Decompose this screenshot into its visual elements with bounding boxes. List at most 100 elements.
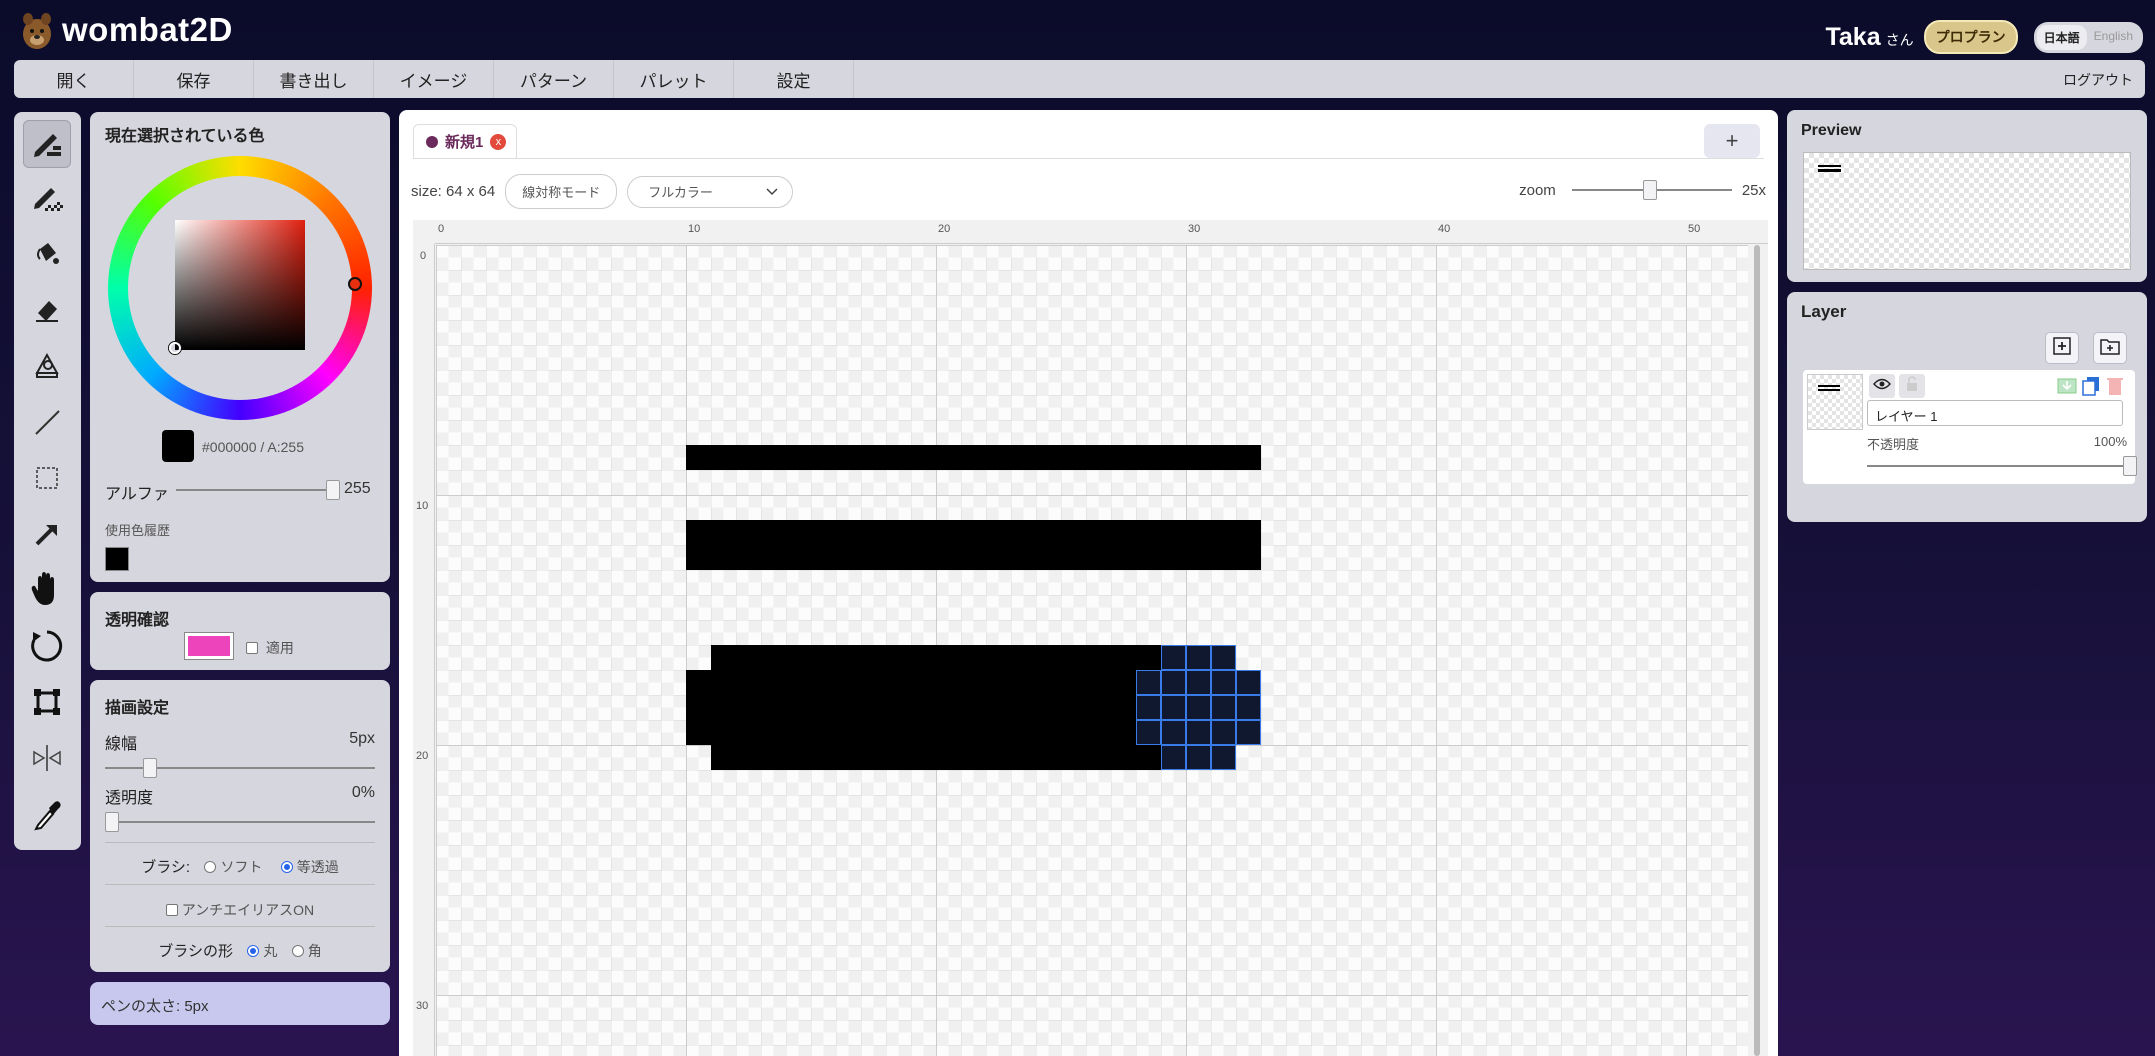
opacity-slider-track[interactable] (105, 821, 375, 823)
pen-tool[interactable] (23, 120, 71, 168)
lang-japanese[interactable]: 日本語 (2036, 24, 2087, 50)
chevron-down-icon (766, 184, 778, 199)
layer-opacity-value: 100% (2093, 434, 2127, 449)
line-tool[interactable] (23, 400, 71, 448)
hue-handle[interactable] (348, 277, 362, 291)
menu-open[interactable]: 開く (14, 60, 134, 98)
move-tool[interactable] (23, 512, 71, 560)
fill-tool[interactable] (23, 232, 71, 280)
color-panel: 現在選択されている色 #000000 / A:255 アルファ 255 使用色履… (90, 112, 390, 582)
transparency-color-picker[interactable] (184, 632, 234, 660)
draw-settings-panel: 描画設定 線幅 5px 透明度 0% ブラシ: ソフト 等透過 アンチエイリアス… (90, 680, 390, 972)
shape-square-radio[interactable] (291, 945, 304, 957)
transform-tool[interactable] (23, 680, 71, 728)
layer-duplicate-button[interactable] (2081, 376, 2101, 396)
brush-cursor-cell (1236, 720, 1261, 745)
ruler-x-label: 10 (688, 223, 701, 235)
shape-round-radio[interactable] (247, 945, 260, 957)
brush-cursor-cell (1211, 745, 1236, 770)
drawn-pixels (686, 520, 1261, 570)
vertical-scrollbar[interactable] (1754, 245, 1760, 1056)
user-name: Taka (1825, 22, 1881, 51)
sv-handle[interactable] (169, 342, 181, 354)
transparency-apply[interactable]: 適用 (246, 638, 294, 658)
add-layer-button[interactable] (2045, 332, 2079, 364)
layer-merge-button[interactable] (2057, 376, 2077, 396)
logout-link[interactable]: ログアウト (2063, 70, 2133, 90)
menu-export[interactable]: 書き出し (254, 60, 374, 98)
document-tab[interactable]: 新規1 x (413, 124, 517, 158)
line-width-value: 5px (349, 730, 375, 747)
language-switch: 日本語 English (2033, 21, 2143, 53)
plan-badge[interactable]: プロプラン (1923, 20, 2018, 54)
layer-lock-button[interactable] (1899, 374, 1925, 398)
brush-cursor-cell (1161, 645, 1186, 670)
pen-icon (29, 124, 65, 165)
layer-opacity-slider-track[interactable] (1867, 465, 2123, 467)
menu-save[interactable]: 保存 (134, 60, 254, 98)
color-history-swatch[interactable] (105, 547, 129, 571)
layer-name-field[interactable]: レイヤー 1 (1867, 400, 2123, 426)
lasso-fill-tool[interactable] (23, 344, 71, 392)
canvas-container: 0 10 20 30 40 50 0 10 20 30 (413, 220, 1768, 1056)
wombat-logo-icon (20, 10, 54, 50)
symmetry-mode-button[interactable]: 線対称モード (505, 174, 618, 209)
ruler-x-label: 40 (1438, 223, 1451, 235)
zoom-slider[interactable] (1571, 180, 1732, 200)
dither-pen-tool[interactable] (23, 176, 71, 224)
app-logo[interactable]: wombat2D (20, 10, 233, 50)
tab-close-button[interactable]: x (490, 133, 507, 150)
menu-settings[interactable]: 設定 (734, 60, 854, 98)
zoom-slider-thumb[interactable] (1643, 180, 1658, 200)
line-width-slider-thumb[interactable] (142, 758, 157, 778)
antialias-checkbox[interactable] (165, 904, 178, 916)
eye-icon (1873, 377, 1891, 395)
add-folder-button[interactable] (2093, 332, 2127, 364)
apply-checkbox[interactable] (246, 642, 258, 654)
color-history-label: 使用色履歴 (105, 523, 171, 538)
apply-label: 適用 (265, 640, 294, 656)
eraser-tool[interactable] (23, 288, 71, 336)
brush-even-radio[interactable] (280, 861, 293, 873)
layer-opacity-slider-thumb[interactable] (2123, 456, 2137, 476)
alpha-slider-thumb[interactable] (326, 480, 340, 500)
brush-type-row: ブラシ: ソフト 等透過 (90, 856, 390, 877)
brush-cursor-cell (1211, 695, 1236, 720)
brush-label: ブラシ: (141, 859, 191, 876)
mirror-tool[interactable] (23, 736, 71, 784)
vertical-ruler: 0 10 20 30 (413, 244, 435, 1056)
brush-cursor-cell (1211, 720, 1236, 745)
menu-image[interactable]: イメージ (374, 60, 494, 98)
layer-panel: Layer レイヤー 1 不透明度 100% (1787, 292, 2147, 522)
layer-delete-button[interactable] (2105, 376, 2125, 396)
menu-pattern[interactable]: パターン (494, 60, 614, 98)
merge-down-icon (2057, 378, 2077, 400)
hand-tool[interactable] (23, 568, 71, 616)
tool-palette (14, 112, 81, 850)
lang-english[interactable]: English (2087, 25, 2140, 50)
current-color-swatch[interactable] (162, 430, 194, 462)
horizontal-ruler: 0 10 20 30 40 50 (435, 220, 1768, 244)
rect-select-tool[interactable] (23, 456, 71, 504)
eyedropper-tool[interactable] (23, 792, 71, 840)
preview-title: Preview (1801, 122, 1862, 139)
canvas-size-text: size: 64 x 64 (411, 183, 496, 200)
color-mode-select[interactable]: フルカラー (627, 175, 794, 208)
saturation-value-picker[interactable] (175, 220, 305, 350)
ruler-y-label: 20 (416, 750, 429, 762)
alpha-slider-track[interactable] (176, 489, 326, 491)
layer-visibility-button[interactable] (1869, 374, 1895, 398)
ruler-x-label: 30 (1188, 223, 1201, 235)
rotate-tool[interactable] (23, 624, 71, 672)
brush-soft-radio[interactable] (204, 861, 217, 873)
zoom-control: zoom 25x (1519, 180, 1766, 200)
unlock-icon (1905, 375, 1919, 397)
tab-dot-icon (426, 135, 438, 148)
color-hex-value: #000000 / A:255 (202, 439, 304, 455)
pixel-canvas[interactable] (436, 245, 1748, 1056)
opacity-label: 透明度 (105, 790, 154, 807)
add-tab-button[interactable]: + (1704, 124, 1760, 158)
menu-palette[interactable]: パレット (614, 60, 734, 98)
opacity-slider-thumb[interactable] (105, 812, 119, 832)
layer-item[interactable]: レイヤー 1 不透明度 100% (1803, 370, 2137, 484)
